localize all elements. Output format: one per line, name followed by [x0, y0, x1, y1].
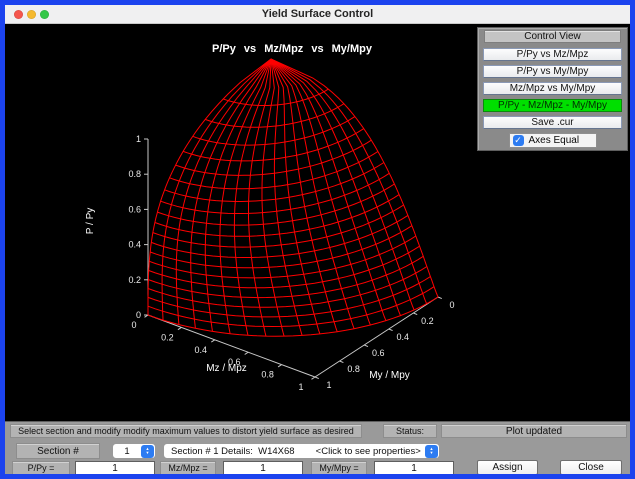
- svg-text:0.8: 0.8: [261, 370, 274, 380]
- svg-text:1: 1: [298, 382, 303, 392]
- section-number-label: Section #: [16, 443, 100, 459]
- svg-text:1: 1: [326, 380, 331, 390]
- minimize-window-icon[interactable]: [27, 10, 36, 19]
- bottom-control-bar: Select section and modify modify maximum…: [5, 421, 630, 474]
- instruction-label: Select section and modify modify maximum…: [10, 424, 362, 438]
- axes-equal-checkbox[interactable]: ✓: [513, 135, 524, 146]
- svg-text:0: 0: [131, 320, 136, 330]
- details-stepper-icon[interactable]: ▲▼: [425, 445, 438, 458]
- yield-surface-control-window: Yield Surface Control 0 0.2 0.4 0.6 0.8 1 0 0.2…: [0, 0, 635, 479]
- svg-text:0.2: 0.2: [128, 275, 141, 285]
- ppy-input[interactable]: [75, 461, 155, 475]
- section-details-text: Section # 1 Details: W14X68 <Click to se…: [164, 446, 421, 457]
- svg-text:0: 0: [136, 310, 141, 320]
- svg-text:0.8: 0.8: [128, 169, 141, 179]
- svg-text:My / Mpy: My / Mpy: [369, 370, 410, 381]
- axes-equal-field: ✓ Axes Equal: [509, 133, 597, 148]
- mympy-input[interactable]: [374, 461, 454, 475]
- view-button-3d-ppy-mzmpz-mympy[interactable]: P/Py - Mz/Mpz - My/Mpy: [483, 99, 622, 112]
- checkmark-icon: ✓: [514, 136, 522, 145]
- svg-text:P / Py: P / Py: [85, 208, 96, 235]
- view-control-panel: Control View P/Py vs Mz/Mpz P/Py vs My/M…: [477, 27, 628, 151]
- mzmpz-input[interactable]: [223, 461, 303, 475]
- close-button[interactable]: Close: [560, 460, 622, 475]
- window-title: Yield Surface Control: [262, 8, 373, 20]
- svg-text:0.4: 0.4: [195, 345, 208, 355]
- window-controls: [14, 10, 49, 19]
- status-value: Plot updated: [441, 424, 627, 438]
- status-label: Status:: [383, 424, 437, 438]
- save-cur-button[interactable]: Save .cur: [483, 116, 622, 129]
- control-view-button[interactable]: Control View: [484, 30, 621, 43]
- svg-text:0.6: 0.6: [128, 204, 141, 214]
- view-button-ppy-vs-mympy[interactable]: P/Py vs My/Mpy: [483, 65, 622, 78]
- svg-text:P/Py vs Mz/Mpz vs My/Mpy: P/Py vs Mz/Mpz vs My/Mpy: [212, 43, 373, 55]
- ppy-label: P/Py =: [12, 461, 70, 475]
- section-number-value: 1: [113, 446, 141, 457]
- axes-equal-label: Axes Equal: [529, 135, 580, 146]
- svg-text:0: 0: [449, 300, 454, 310]
- view-button-ppy-vs-mzmpz[interactable]: P/Py vs Mz/Mpz: [483, 48, 622, 61]
- svg-text:0.2: 0.2: [161, 332, 174, 342]
- view-button-mzmpz-vs-mympy[interactable]: Mz/Mpz vs My/Mpy: [483, 82, 622, 95]
- svg-text:0.6: 0.6: [372, 348, 385, 358]
- svg-text:Mz / Mpz: Mz / Mpz: [206, 363, 247, 374]
- section-stepper-icon[interactable]: ▲▼: [141, 445, 154, 458]
- svg-text:0.4: 0.4: [128, 240, 141, 250]
- title-bar: Yield Surface Control: [5, 5, 630, 24]
- svg-text:0.4: 0.4: [397, 332, 410, 342]
- mympy-label: My/Mpy =: [311, 461, 367, 475]
- section-number-select[interactable]: 1 ▲▼: [112, 443, 156, 459]
- section-details-dropdown[interactable]: Section # 1 Details: W14X68 <Click to se…: [163, 443, 440, 459]
- mzmpz-label: Mz/Mpz =: [160, 461, 216, 475]
- svg-text:0.2: 0.2: [421, 316, 434, 326]
- plot-area: 00.20.40.60.8100.20.40.60.8100.20.40.60.…: [5, 24, 630, 421]
- svg-text:0.8: 0.8: [347, 364, 360, 374]
- assign-button[interactable]: Assign: [477, 460, 538, 475]
- svg-text:1: 1: [136, 134, 141, 144]
- zoom-window-icon[interactable]: [40, 10, 49, 19]
- close-window-icon[interactable]: [14, 10, 23, 19]
